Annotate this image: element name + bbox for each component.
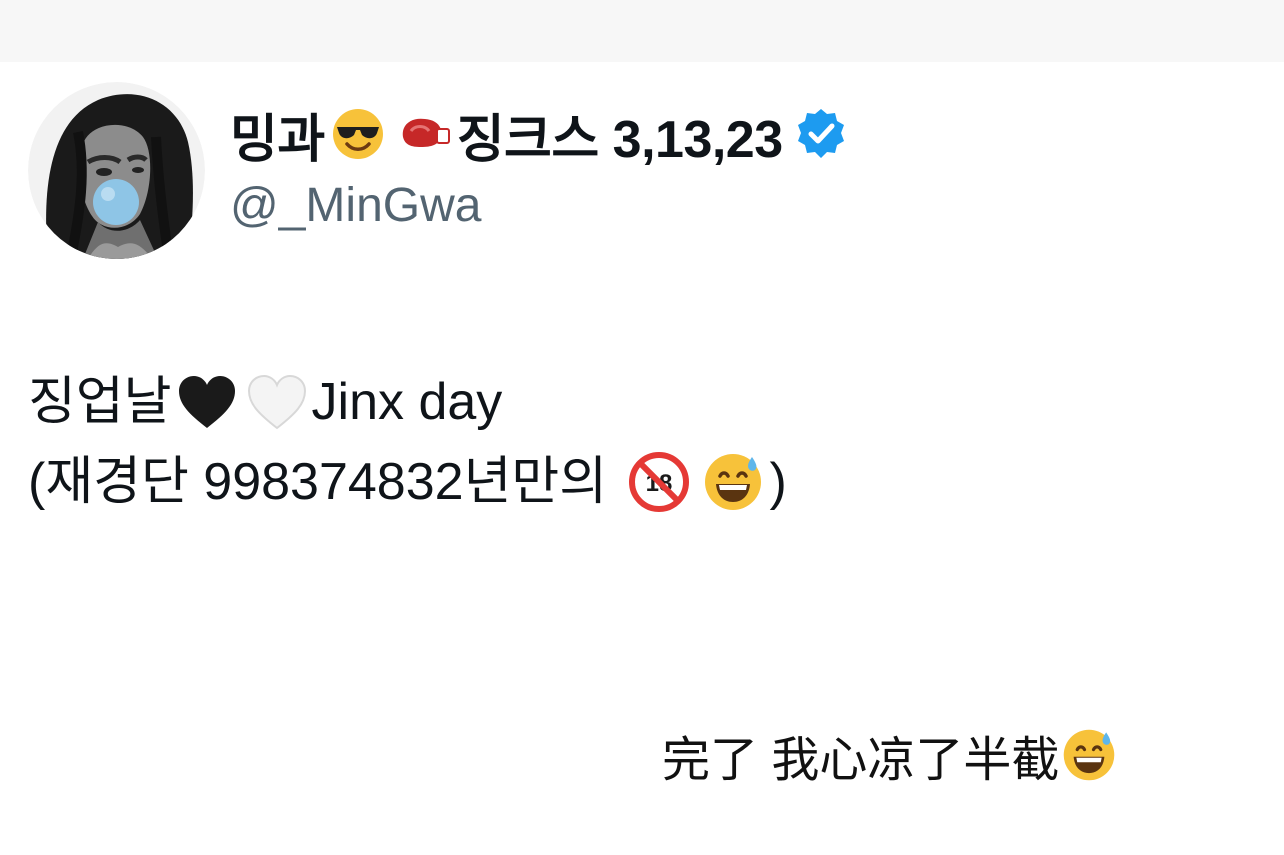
user-handle[interactable]: @_MinGwa [230,178,481,233]
tweet-line-1: 징업날 Jinx day [28,362,787,442]
grinning-face-with-sweat-icon [1061,727,1117,783]
tweet-text-segment: Jinx day [311,373,503,431]
black-heart-icon [175,372,239,432]
caption-overlay: 完了 我心凉了半截 [640,718,1180,792]
tweet-text-segment: ) [769,453,787,511]
caption-text: 完了 我心凉了半截 [662,734,1060,787]
display-name[interactable]: 밍과 징크스 3,13,23 [230,102,849,169]
no-one-under-eighteen-icon: 18 [628,451,690,513]
tweet-text-segment: 징업날 [28,373,172,431]
avatar[interactable] [28,82,205,259]
smiling-face-with-sunglasses-icon [331,107,385,161]
tweet-text: 징업날 Jinx day (재경단 998374832년만의 18 [28,362,787,522]
grinning-face-with-sweat-icon [702,451,764,513]
avatar-illustration [28,82,205,259]
verified-icon [793,106,849,162]
tweet-text-segment: (재경단 998374832년만의 [28,453,622,511]
top-strip [0,0,1284,62]
display-name-text-2: 징크스 3,13,23 [456,110,783,169]
boxing-glove-icon [397,107,451,161]
white-heart-icon [245,372,309,432]
display-name-text: 밍과 [230,110,325,169]
tweet-line-2: (재경단 998374832년만의 18 ) [28,442,787,522]
